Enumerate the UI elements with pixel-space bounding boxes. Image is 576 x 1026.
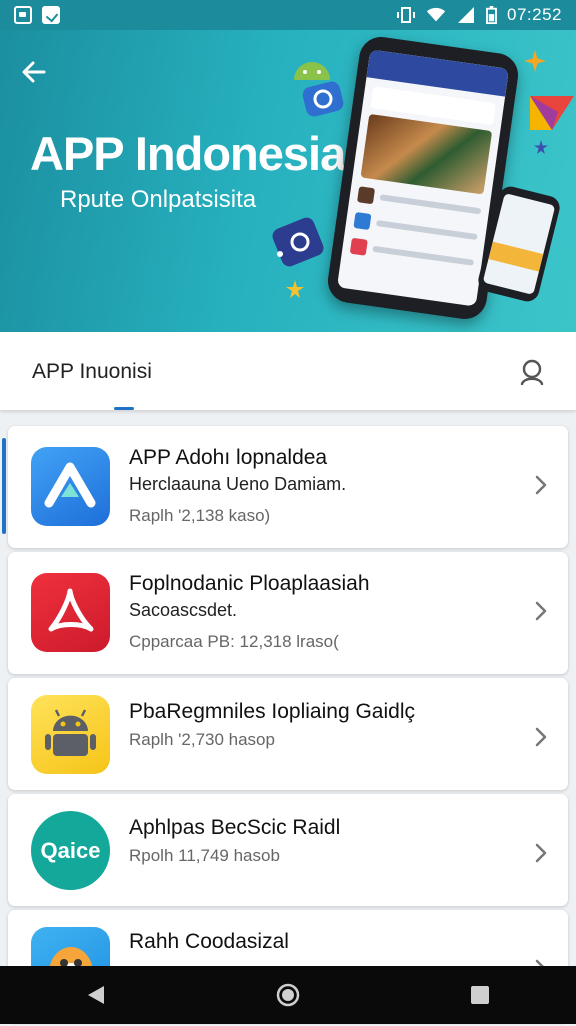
app-list-item[interactable]: Qaice Aphlpas BecScic Raidl Rpolh 11,749… xyxy=(8,794,568,906)
app-meta: Raplh '2,730 hasop xyxy=(129,730,275,749)
gallery-notification-icon xyxy=(14,6,32,24)
app-cube-icon xyxy=(272,217,324,267)
play-store-icon xyxy=(530,96,574,130)
triangle-back-icon xyxy=(88,986,104,1004)
android-badge-icon xyxy=(294,62,344,117)
food-photo xyxy=(360,113,493,195)
system-nav-bar xyxy=(0,966,576,1024)
check-notification-icon xyxy=(42,6,60,24)
nav-home-button[interactable] xyxy=(268,975,308,1015)
chevron-right-icon xyxy=(535,843,547,863)
app-meta: Cpparcaa PB: 12,318 lraso( xyxy=(129,632,339,651)
chevron-right-icon xyxy=(535,475,547,495)
app-list-item[interactable]: APP Adohı lopnaldea Herclaauna Ueno Dami… xyxy=(2,426,568,548)
app-title: APP Adohı lopnaldea xyxy=(129,446,328,469)
status-bar: 07:252 xyxy=(0,0,576,30)
square-recents-icon xyxy=(471,986,489,1004)
app-list-item[interactable]: PbaRegmniles Iopliaing Gaidlç Raplh '2,7… xyxy=(8,678,568,790)
search-title: APP Inuonisi xyxy=(32,360,152,383)
vibrate-icon xyxy=(397,7,415,23)
hero-subtitle: Rpute Onlpatsisita xyxy=(60,186,257,213)
hero-banner: APP Indonesia Rpute Onlpatsisita xyxy=(0,30,576,332)
gaice-logo-icon: Qaice xyxy=(31,811,110,890)
search-header: APP Inuonisi xyxy=(0,332,576,410)
nav-back-button[interactable] xyxy=(76,975,116,1015)
app-subtitle: Herclaauna Ueno Damiam. xyxy=(129,474,347,494)
app-list-item[interactable]: Foplnodanic Ploaplaasiah Sacoascsdet. Cp… xyxy=(8,552,568,674)
gaice-logo-text: Qaice xyxy=(40,837,101,863)
app-meta: Rpolh 11,749 hasob xyxy=(129,846,280,865)
wifi-icon xyxy=(426,7,446,22)
nav-recents-button[interactable] xyxy=(460,975,500,1015)
app-title: Foplnodanic Ploaplaasiah xyxy=(129,572,370,595)
chevron-right-icon xyxy=(535,727,547,747)
app-title: Aphlpas BecScic Raidl xyxy=(129,816,341,839)
star-icon xyxy=(286,280,304,298)
battery-icon xyxy=(486,6,497,24)
app-title: Rahh Coodasizal xyxy=(129,930,289,953)
sparkle-icon xyxy=(524,50,546,72)
app-subtitle: Sacoascsdet. xyxy=(129,600,238,620)
app-a-icon xyxy=(31,447,110,526)
clock: 07:252 xyxy=(507,5,562,24)
back-arrow-icon[interactable] xyxy=(20,58,48,86)
chevron-right-icon xyxy=(535,601,547,621)
app-meta: Raplh '2,138 kaso) xyxy=(129,506,271,525)
hero-title: APP Indonesia xyxy=(30,127,346,180)
star-small-icon xyxy=(534,140,548,154)
search-icon[interactable] xyxy=(518,358,546,386)
android-icon xyxy=(31,695,110,774)
tab-indicator xyxy=(114,407,134,410)
app-list: APP Adohı lopnaldea Herclaauna Ueno Dami… xyxy=(2,426,568,1026)
acrobat-icon xyxy=(31,573,110,652)
app-title: PbaRegmniles Iopliaing Gaidlç xyxy=(129,700,415,723)
circle-home-icon xyxy=(276,983,300,1007)
cell-signal-icon xyxy=(458,7,474,23)
